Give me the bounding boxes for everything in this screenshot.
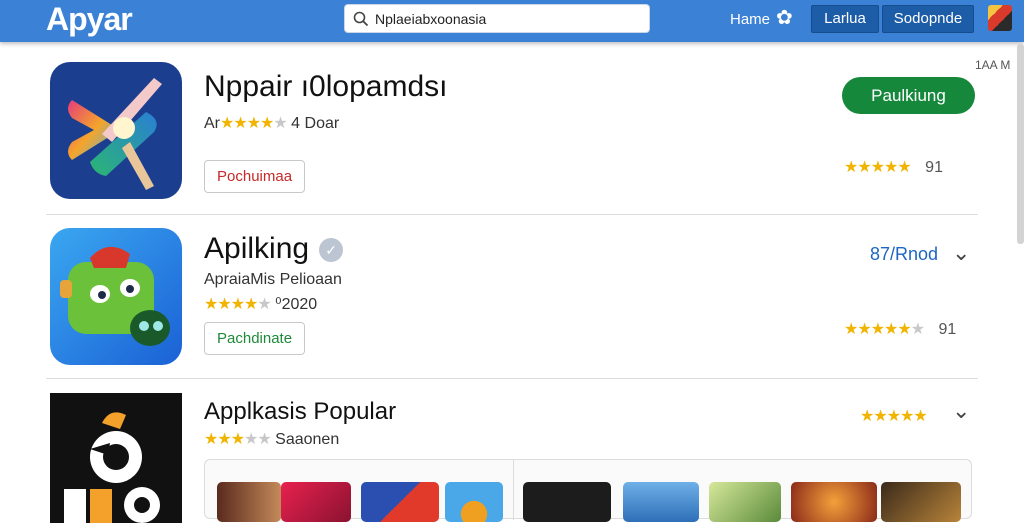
- app-icon-2[interactable]: [50, 228, 182, 365]
- app-thumbnail[interactable]: [881, 482, 961, 522]
- app-thumbnail[interactable]: [523, 482, 611, 522]
- app-title[interactable]: Nppair ı0lopamdsı: [204, 70, 447, 104]
- app-subtitle: Ar★★★★★ 4 Doar: [204, 113, 339, 133]
- app-subtitle: ApraiaMis Pelioaan: [204, 271, 342, 288]
- section-title[interactable]: Applkasis Popular: [204, 398, 396, 426]
- rating-stars: ★★★★★: [204, 431, 272, 448]
- nav-home-link[interactable]: Hame: [730, 11, 770, 28]
- app-row-2[interactable]: Apilking ✓ ApraiaMis Pelioaan ★★★★★ ⁰2020…: [46, 224, 978, 374]
- right-stars-filled: ★★★★★: [844, 159, 912, 176]
- right-stars: ★★★★★★: [844, 321, 925, 338]
- app-thumbnail[interactable]: [361, 482, 439, 522]
- app-icon-3[interactable]: [50, 393, 182, 523]
- app-logo[interactable]: Apyar: [46, 0, 133, 38]
- right-stars-empty: ★: [910, 321, 925, 338]
- category-tag[interactable]: Pachdinate: [204, 322, 306, 355]
- rating-stars: ★★★★★: [220, 115, 288, 132]
- search-box[interactable]: [344, 4, 650, 33]
- panel-divider: [513, 460, 514, 520]
- settings-icon[interactable]: ✿: [776, 8, 793, 28]
- search-icon: [353, 11, 369, 27]
- top-bar: Apyar Hame ✿ Larlua Sodopnde: [0, 0, 1024, 42]
- stars-filled: ★★★★: [220, 115, 274, 132]
- stars-empty: ★: [257, 296, 271, 313]
- divider: [46, 214, 978, 215]
- app-thumbnail[interactable]: [445, 482, 503, 522]
- install-button[interactable]: Paulkiung: [842, 77, 975, 114]
- right-rating-value: 91: [938, 321, 957, 338]
- right-rating-value: 91: [925, 159, 943, 176]
- right-stars: ★★★★★: [844, 159, 912, 176]
- chevron-down-icon[interactable]: ⌄: [952, 240, 970, 266]
- popular-apps-panel: [204, 459, 972, 522]
- right-rating: ★★★★★★ 91: [844, 319, 956, 339]
- app-rating-line: ★★★★★ ⁰2020: [204, 294, 317, 314]
- top-button-1[interactable]: Larlua: [811, 5, 879, 33]
- category-tag[interactable]: Pochuimaa: [204, 160, 306, 193]
- app-2-mascot-icon: [60, 246, 170, 346]
- right-stars-filled: ★★★★★: [860, 408, 928, 425]
- scrollbar[interactable]: [1017, 44, 1024, 244]
- app-thumbnail[interactable]: [623, 482, 699, 522]
- right-rating: ★★★★★ 91: [844, 157, 943, 177]
- avatar[interactable]: [988, 5, 1012, 31]
- app-3-logo-icon: [64, 412, 160, 523]
- search-input[interactable]: [375, 8, 645, 30]
- stars-filled: ★★★★: [204, 296, 258, 313]
- stars-filled: ★★★: [204, 431, 245, 448]
- app-rating-line: ★★★★★ Saaonen: [204, 429, 339, 449]
- app-thumbnail[interactable]: [217, 482, 281, 522]
- app-icon-1[interactable]: [50, 62, 182, 199]
- version-link[interactable]: 87/Rnod: [870, 244, 938, 265]
- divider: [46, 378, 978, 379]
- app-thumbnail[interactable]: [791, 482, 877, 522]
- right-rating: ★★★★★: [860, 406, 928, 426]
- rating-stars: ★★★★★: [204, 296, 272, 313]
- chevron-down-icon[interactable]: ⌄: [952, 398, 970, 424]
- corner-label: 1AA M: [975, 58, 1011, 72]
- app-title[interactable]: Apilking ✓: [204, 232, 344, 266]
- stars-empty: ★★: [244, 431, 272, 448]
- app-thumbnail[interactable]: [709, 482, 781, 522]
- app-subtitle-prefix: Ar: [204, 115, 220, 132]
- app-subtitle-suffix: Saaonen: [270, 431, 340, 448]
- app-1-logo-icon: [68, 78, 162, 190]
- right-stars-filled: ★★★★★: [844, 321, 912, 338]
- app-subtitle-suffix: ⁰2020: [270, 296, 318, 313]
- app-subtitle-suffix: 4 Doar: [286, 115, 340, 132]
- verified-badge-icon: ✓: [319, 238, 344, 263]
- top-button-2[interactable]: Sodopnde: [882, 5, 974, 33]
- app-thumbnail[interactable]: [281, 482, 351, 522]
- stars-empty: ★: [273, 115, 287, 132]
- app-row-1[interactable]: Nppair ı0lopamdsı Ar★★★★★ 4 Doar Pochuim…: [46, 60, 978, 210]
- app-title-text: Apilking: [204, 232, 310, 265]
